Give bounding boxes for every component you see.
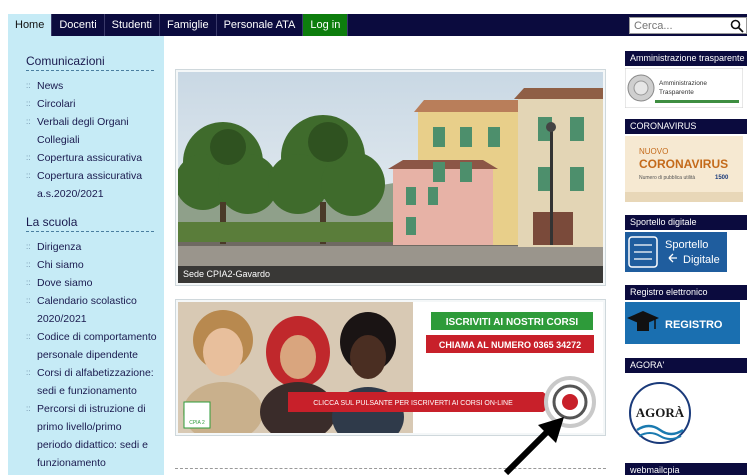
nav-docenti[interactable]: Docenti [52,14,105,36]
sidebar-link-copertura-2020[interactable]: :: Copertura assicurativa a.s.2020/2021 [26,167,164,203]
coronavirus-number: 1500 [715,175,729,181]
sidebar-link-dove-siamo[interactable]: :: Dove siamo [26,274,164,292]
banner-phone: CHIAMA AL NUMERO 0365 34272 [439,340,581,350]
sidebar-section-title-la-scuola: La scuola [26,215,154,232]
sidebar-link-copertura[interactable]: :: Copertura assicurativa [26,149,164,167]
banner-cta: CLICCA SUL PULSANTE PER ISCRIVERTI AI CO… [313,400,513,407]
bullet-icon: :: [26,278,31,287]
bullet-icon: :: [26,368,31,377]
sportello-digitale-banner[interactable]: Sportello Digitale [625,232,727,272]
sportello-digitale-heading: Sportello digitale [625,215,747,230]
banner-headline: ISCRIVITI AI NOSTRI CORSI [446,317,579,328]
agora-label: AGORÀ [636,405,685,420]
registro-elettronico-banner[interactable]: REGISTRO [625,302,740,344]
amministrazione-logo-line1: Amministrazione [659,80,707,87]
bullet-icon: :: [26,99,31,108]
coronavirus-big: CORONAVIRUS [639,157,728,171]
amministrazione-trasparente-banner[interactable]: Amministrazione Trasparente [625,68,743,108]
sidebar-link-percorsi[interactable]: :: Percorsi di istruzione di primo livell… [26,400,164,472]
bullet-icon: :: [26,332,31,341]
nav-home[interactable]: Home [8,14,53,36]
bullet-icon: :: [26,296,31,305]
banner-logo-text: CPIA 2 [189,420,205,426]
nav-login[interactable]: Log in [303,14,349,36]
bullet-icon: :: [26,153,31,162]
sportello-line2: Digitale [683,254,720,266]
nav-studenti[interactable]: Studenti [105,14,161,36]
pointer-arrow-icon [503,417,564,475]
search-input[interactable] [630,18,730,33]
amministrazione-trasparente-heading: Amministrazione trasparente [625,51,747,66]
sidebar-link-calendario[interactable]: :: Calendario scolastico 2020/2021 [26,292,164,328]
coronavirus-sub: Numero di pubblica utilità [639,175,695,181]
school-photo-card[interactable]: Sede CPIA2-Gavardo [175,69,606,286]
sidebar-link-corsi-alfabetizzazione[interactable]: :: Corsi di alfabetizzazione: sedi e funz… [26,364,164,400]
sidebar-link-codice[interactable]: :: Codice di comportamento personale dipe… [26,328,164,364]
agora-banner[interactable]: AGORÀ [625,378,695,448]
school-building-photo [178,72,603,283]
coronavirus-banner[interactable]: NUOVO CORONAVIRUS Numero di pubblica uti… [625,136,743,202]
registro-label: REGISTRO [665,319,723,331]
amministrazione-logo-line2: Trasparente [659,89,694,96]
bullet-icon: :: [26,171,31,180]
agora-heading: AGORA' [625,358,747,373]
bullet-icon: :: [26,117,31,126]
search-icon[interactable] [730,19,744,33]
left-sidebar: Comunicazioni :: News :: Circolari :: Verba… [8,36,164,475]
sidebar-section-title-comunicazioni: Comunicazioni [26,54,154,71]
coronavirus-small: NUOVO [639,147,668,156]
bullet-icon: :: [26,81,31,90]
registro-elettronico-heading: Registro elettronico [625,285,747,300]
sidebar-link-circolari[interactable]: :: Circolari [26,95,164,113]
search-box [629,17,747,34]
coronavirus-heading: CORONAVIRUS [625,119,747,134]
bullet-icon: :: [26,242,31,251]
nav-famiglie[interactable]: Famiglie [160,14,217,36]
sidebar-link-dirigenza[interactable]: :: Dirigenza [26,238,164,256]
webmail-heading: webmailcpia [625,463,747,475]
bullet-icon: :: [26,260,31,269]
sportello-line1: Sportello [665,239,708,251]
enrolment-banner-image: ISCRIVITI AI NOSTRI CORSI CHIAMA AL NUME… [178,302,603,447]
main-nav: Home Docenti Studenti Famiglie Personale… [8,14,349,36]
photo-caption: Sede CPIA2-Gavardo [178,266,603,283]
sidebar-link-verbali[interactable]: :: Verbali degli Organi Collegiali [26,113,164,149]
sidebar-link-news[interactable]: :: News [26,77,164,95]
sidebar-link-chi-siamo[interactable]: :: Chi siamo [26,256,164,274]
nav-personale-ata[interactable]: Personale ATA [217,14,304,36]
bullet-icon: :: [26,404,31,413]
